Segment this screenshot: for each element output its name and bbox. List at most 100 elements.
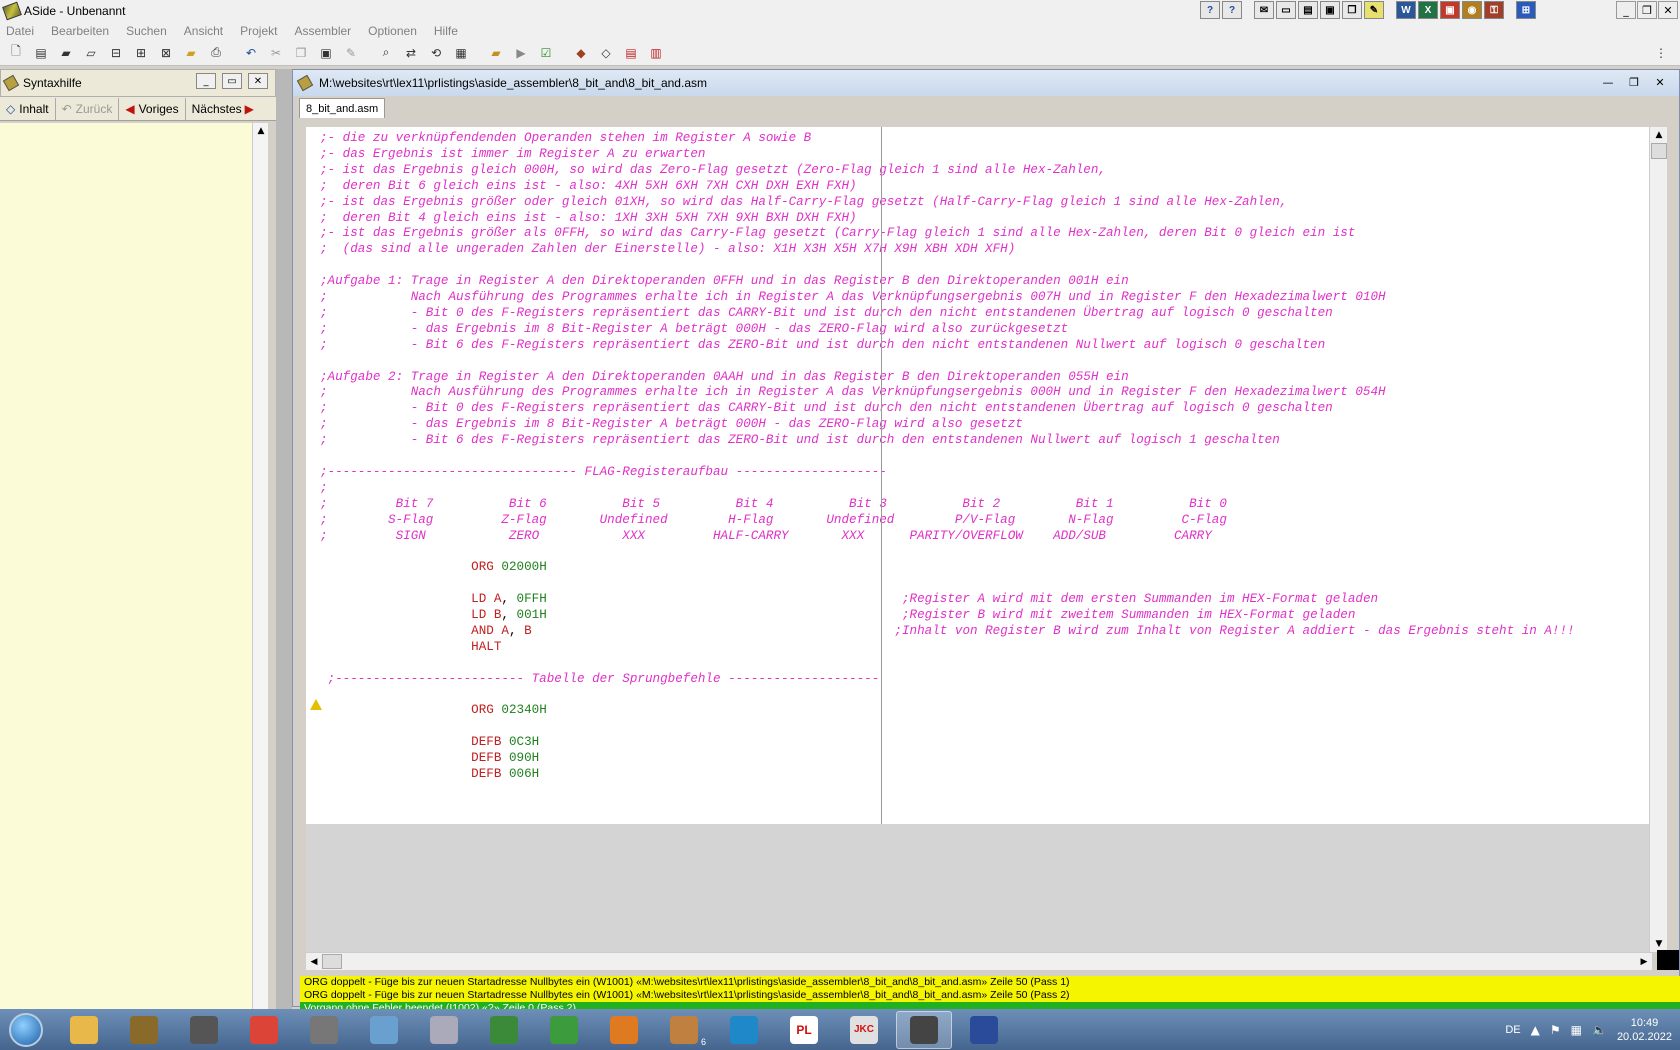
taskbar-app-app-check[interactable] [536,1011,592,1049]
open-icon[interactable]: ▱ [81,43,101,63]
message-warning[interactable]: ORG doppelt - Füge bis zur neuen Startad… [300,989,1680,1002]
goto-icon[interactable]: ▦ [451,43,471,63]
menu-ansicht[interactable]: Ansicht [184,24,223,38]
find-next-icon[interactable]: ⟲ [426,43,446,63]
menu-assembler[interactable]: Assembler [294,24,351,38]
app-icon[interactable]: ▣ [1440,1,1460,19]
taskbar-app-app-compass[interactable] [116,1011,172,1049]
code-token: ; Bit 7 Bit 6 Bit 5 Bit 4 Bit 3 Bit 2 Bi… [320,496,1227,511]
taskbar-app-aside-active[interactable] [896,1010,952,1049]
panel-minimize-button[interactable]: _ [196,73,216,89]
clock[interactable]: 10:49 20.02.2022 [1617,1016,1672,1044]
editor-vertical-scrollbar[interactable]: ▲ ▼ [1649,127,1667,952]
cut-icon[interactable]: ✂ [266,43,286,63]
scroll-up-icon[interactable]: ▲ [1650,127,1668,143]
tab-8-bit-and[interactable]: 8_bit_and.asm [299,98,386,118]
taskbar-app-app-pl[interactable]: PL [776,1011,832,1049]
prev-button[interactable]: ◀ Voriges [119,97,186,120]
tray-arrow-icon[interactable]: ▲ [1531,1023,1540,1037]
find-icon[interactable]: ⌕ [376,43,396,63]
new-file-icon[interactable]: 🗋 [6,43,26,63]
scroll-thumb[interactable] [1651,143,1667,159]
taskbar-app-app-paint[interactable]: 6 [656,1011,712,1049]
app-icon[interactable]: ◉ [1462,1,1482,19]
syntax-help-scrollbar[interactable]: ▲ [252,123,268,1009]
network-icon[interactable]: ▦ [1571,1023,1582,1037]
menu-bearbeiten[interactable]: Bearbeiten [51,24,109,38]
folder-icon[interactable]: ▰ [181,43,201,63]
next-button[interactable]: Nächstes ▶ [186,98,264,120]
message-warning[interactable]: ORG doppelt - Füge bis zur neuen Startad… [300,976,1680,989]
language-indicator[interactable]: DE [1505,1024,1520,1036]
contents-button[interactable]: ◇ Inhalt [0,97,56,120]
back-button[interactable]: ↶ Zurück [56,97,120,120]
maximize-button[interactable]: ❐ [1637,1,1657,19]
taskbar-app-aside[interactable] [176,1011,232,1049]
scroll-left-icon[interactable]: ◀ [306,953,322,971]
taskbar-app-chrome[interactable] [236,1011,292,1049]
close-button[interactable]: ✕ [1658,1,1678,19]
run-icon[interactable]: ▶ [511,43,531,63]
scroll-up-icon[interactable]: ▲ [253,123,269,139]
editor-close-button[interactable]: ✕ [1649,74,1671,90]
start-button[interactable] [0,1010,52,1050]
word-icon[interactable]: W [1396,1,1416,19]
code-token: B [524,623,532,638]
hscroll-thumb[interactable] [322,954,342,969]
editor-minimize-button[interactable]: — [1597,74,1619,90]
print-icon[interactable]: ⎙ [206,43,226,63]
panel-close-button[interactable]: ✕ [248,73,268,89]
taskbar-app-app-globe[interactable] [476,1011,532,1049]
check-icon[interactable]: ☑ [536,43,556,63]
taskbar-app-edge[interactable] [716,1011,772,1049]
project-icon[interactable]: ⊞ [131,43,151,63]
taskbar-app-media-player[interactable] [596,1011,652,1049]
assemble-icon[interactable]: ▰ [486,43,506,63]
card-icon[interactable]: ▣ [1320,1,1340,19]
app-icon[interactable]: ⚿ [1484,1,1504,19]
app-icon[interactable]: ⊞ [1516,1,1536,19]
book-icon[interactable]: ◇ [596,43,616,63]
project-icon[interactable]: ⊟ [106,43,126,63]
toolbar-overflow-icon[interactable]: ⋮ [1651,43,1671,63]
menu-projekt[interactable]: Projekt [240,24,277,38]
menu-optionen[interactable]: Optionen [368,24,417,38]
volume-icon[interactable]: 🔈 [1592,1023,1607,1037]
flag-icon[interactable]: ⚑ [1550,1023,1561,1037]
menu-suchen[interactable]: Suchen [126,24,167,38]
doc-icon[interactable]: ▥ [646,43,666,63]
new-file-icon[interactable]: ▤ [31,43,51,63]
paste-icon[interactable]: ▣ [316,43,336,63]
clipboard-icon[interactable]: ▤ [1298,1,1318,19]
taskbar-app-explorer[interactable] [56,1011,112,1049]
mail-icon[interactable]: ✉ [1254,1,1274,19]
open-icon[interactable]: ▰ [56,43,76,63]
menu-datei[interactable]: Datei [6,24,34,38]
taskbar-app-app-diagram[interactable] [956,1011,1012,1049]
editor-horizontal-scrollbar[interactable]: ◀ ▶ [306,952,1652,970]
note-icon[interactable]: ✎ [1364,1,1384,19]
help-icon[interactable]: ? [1222,1,1242,19]
minimize-button[interactable]: _ [1616,1,1636,19]
taskbar-app-app-book[interactable] [356,1011,412,1049]
book-icon[interactable]: ◆ [571,43,591,63]
copy-icon[interactable]: ❐ [1342,1,1362,19]
doc-icon[interactable]: ▤ [621,43,641,63]
editor-restore-button[interactable]: ❐ [1623,74,1645,90]
window-icon[interactable]: ▭ [1276,1,1296,19]
taskbar-app-app-scanner[interactable] [296,1011,352,1049]
excel-icon[interactable]: X [1418,1,1438,19]
edit-icon[interactable]: ✎ [341,43,361,63]
replace-icon[interactable]: ⇄ [401,43,421,63]
menu-hilfe[interactable]: Hilfe [434,24,458,38]
panel-maximize-button[interactable]: ▭ [222,73,242,89]
undo-icon[interactable]: ↶ [241,43,261,63]
scroll-right-icon[interactable]: ▶ [1636,953,1652,971]
help-icon[interactable]: ? [1200,1,1220,19]
code-editor[interactable]: ;- die zu verknüpfendenden Operanden ste… [306,127,1652,824]
taskbar-app-app-jkc[interactable]: JKC [836,1011,892,1049]
panel-splitter[interactable] [276,69,292,1009]
copy-icon[interactable]: ❐ [291,43,311,63]
taskbar-app-calculator[interactable] [416,1011,472,1049]
project-icon[interactable]: ⊠ [156,43,176,63]
